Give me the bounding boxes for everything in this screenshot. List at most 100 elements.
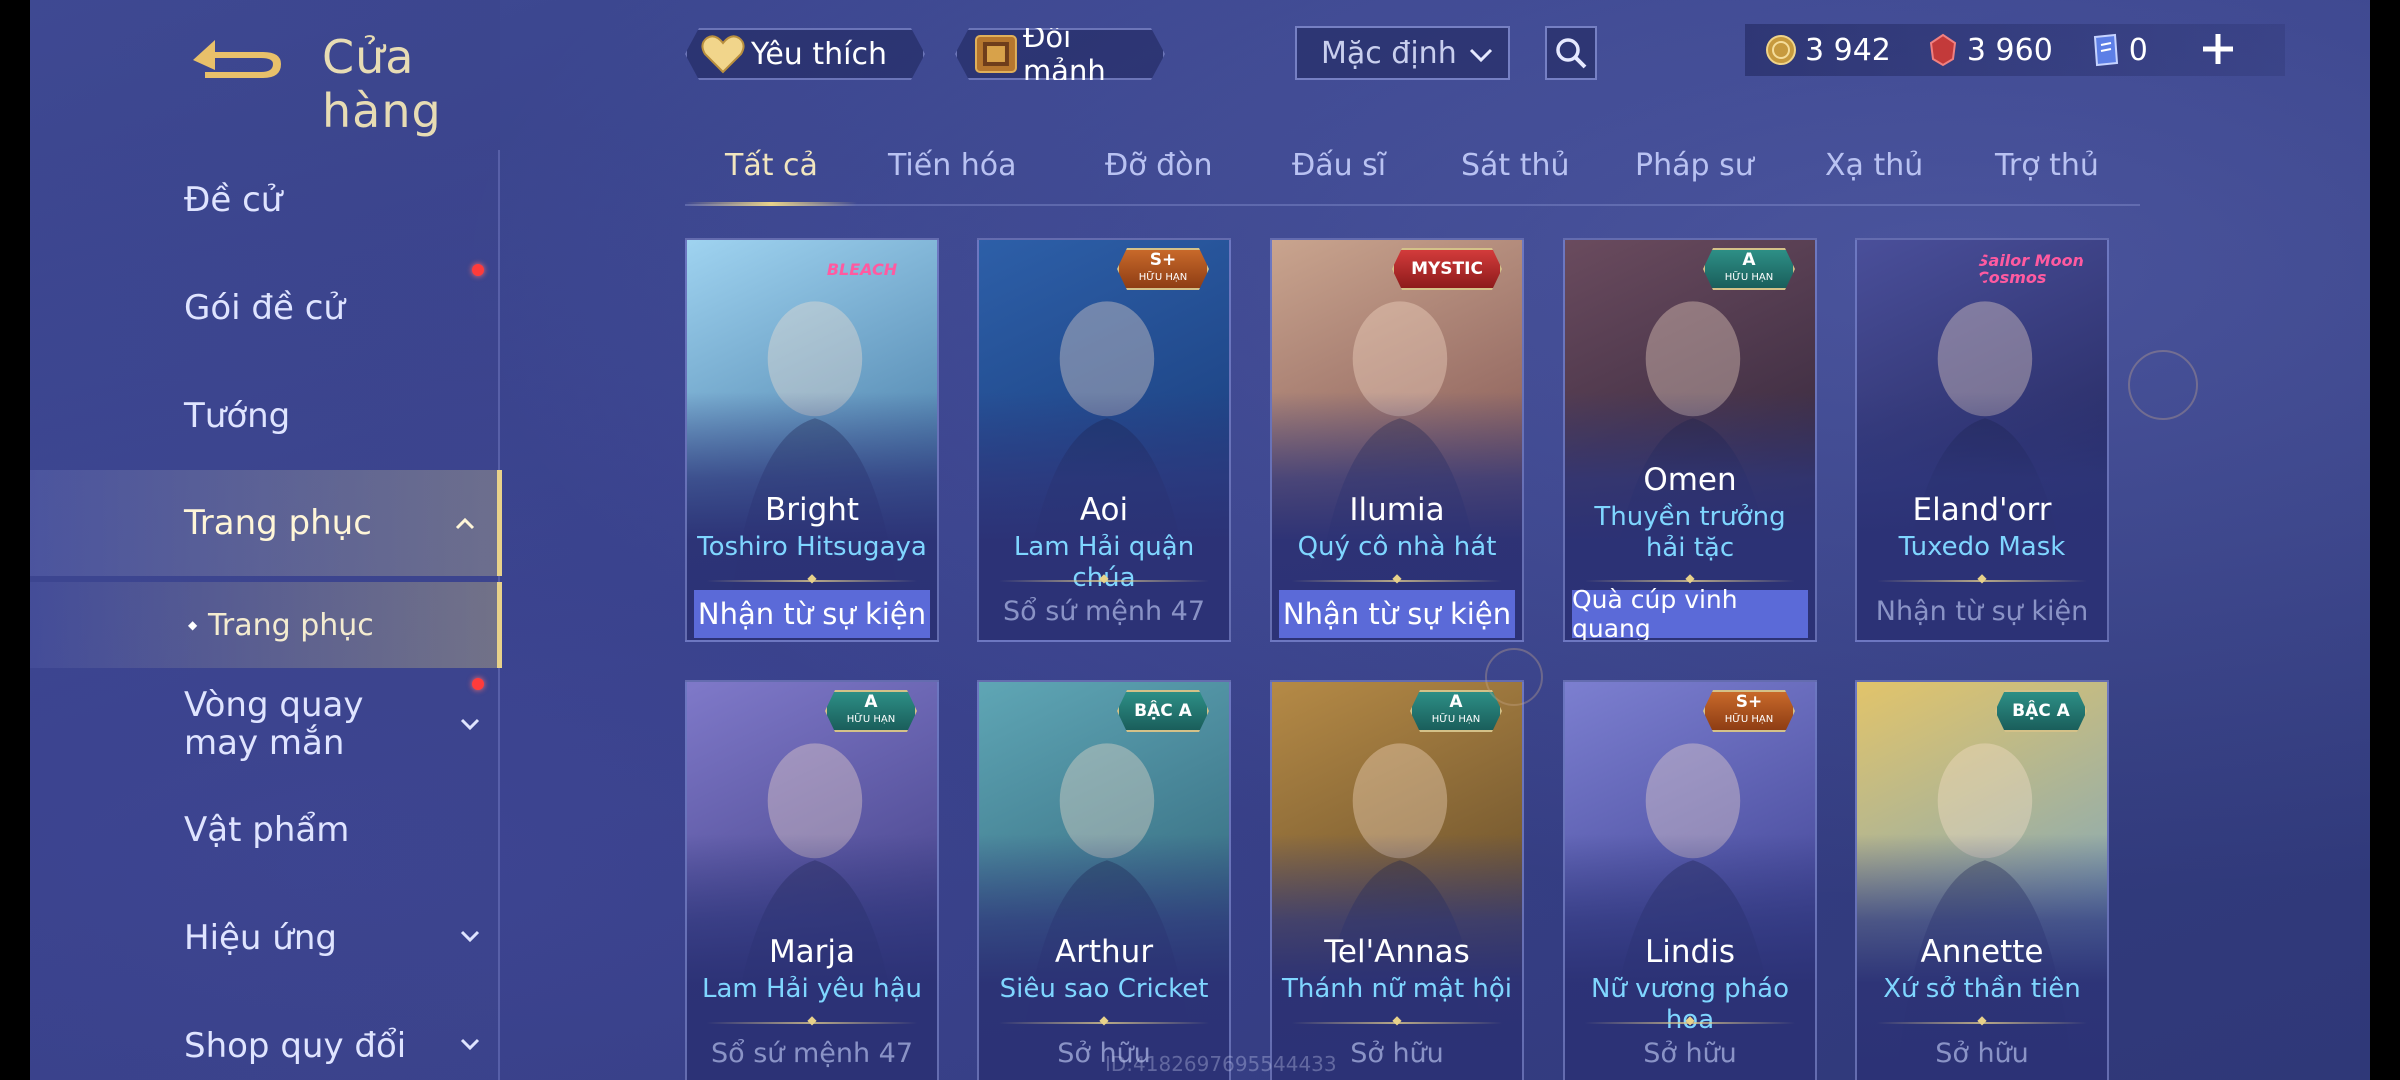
rarity-badge: A HỮU HẠN: [1703, 248, 1795, 290]
hero-name: Aoi: [1079, 492, 1129, 528]
tab-assassin[interactable]: Sát thủ: [1461, 148, 1570, 183]
card-divider: [1877, 1022, 2087, 1024]
exchange-label: Đổi mảnh: [1022, 20, 1106, 88]
hero-name: Eland'orr: [1912, 492, 2052, 528]
sidebar-item-label: Shop quy đổi: [184, 1026, 407, 1066]
acquire-status: Sở hữu: [1643, 1038, 1737, 1069]
sidebar-item-skins[interactable]: Trang phục: [30, 470, 502, 576]
ruby-gem-icon: [1929, 33, 1956, 67]
obtain-button[interactable]: Nhận từ sự kiện: [694, 590, 930, 638]
skin-card[interactable]: S+HỮU HẠNLindisNữ vương pháo hoaSở hữu: [1563, 680, 1817, 1080]
ruby-amount: 3 960: [1966, 32, 2053, 68]
tab-label: Đấu sĩ: [1292, 148, 1387, 183]
tab-fighter[interactable]: Đấu sĩ: [1292, 148, 1386, 183]
sidebar-item-label: Hiệu ứng: [184, 918, 337, 958]
back-arrow-icon[interactable]: [185, 30, 295, 90]
rarity-badge: MYSTIC: [1392, 248, 1502, 290]
badge-sublabel: HỮU HẠN: [1724, 272, 1774, 283]
badge-label: BẬC A: [1134, 700, 1192, 721]
tab-tank[interactable]: Đỡ đòn: [1105, 148, 1213, 183]
tab-all[interactable]: Tất cả: [725, 148, 818, 183]
hero-name: Annette: [1920, 934, 2044, 970]
tab-mage[interactable]: Pháp sư: [1635, 148, 1754, 183]
rarity-badge: BẬC A: [1117, 690, 1209, 732]
rarity-badge: S+ HỮU HẠN: [1117, 248, 1209, 290]
rarity-badge: Sailor Moon Cosmos: [1977, 248, 2087, 290]
sidebar-item-effects[interactable]: Hiệu ứng: [30, 890, 502, 986]
gold-coin-icon: [1766, 35, 1796, 65]
sidebar-item-recommended[interactable]: Đề cử: [30, 152, 502, 248]
tab-label: Tiến hóa: [888, 148, 1017, 183]
tab-label: Sát thủ: [1461, 148, 1570, 183]
card-divider: [707, 1022, 917, 1024]
badge-label: S+: [1735, 692, 1763, 712]
sidebar-subitem-label: Trang phục: [208, 607, 374, 643]
chevron-down-icon: [460, 718, 480, 731]
rarity-badge: BLEACH: [807, 248, 917, 290]
tab-label: Đỡ đòn: [1105, 148, 1213, 183]
tab-label: Tất cả: [725, 148, 818, 183]
sidebar: Cửa hàng Đề cử Gói đề cử Tướng Trang phụ…: [30, 0, 502, 1080]
obtain-button[interactable]: Quà cúp vinh quang: [1572, 585, 1808, 640]
card-divider: [999, 580, 1209, 582]
chevron-down-icon: [460, 930, 480, 943]
tab-marksman[interactable]: Xạ thủ: [1825, 148, 1923, 183]
sidebar-item-items[interactable]: Vật phẩm: [30, 782, 502, 878]
voucher-icon: [2093, 33, 2118, 67]
tab-label: Xạ thủ: [1825, 148, 1924, 183]
skin-card[interactable]: BLEACH Bright Toshiro Hitsugaya Nhận từ sự …: [685, 238, 939, 642]
skin-card[interactable]: A HỮU HẠN Omen Thuyền trưởng hải tặc Quà cúp…: [1563, 238, 1817, 642]
card-divider: [999, 1022, 1209, 1024]
hero-name: Ilumia: [1349, 492, 1445, 528]
skin-card[interactable]: BẬC AArthurSiêu sao CricketSở hữu: [977, 680, 1231, 1080]
notification-dot: [472, 264, 484, 276]
skin-card[interactable]: A HỮU HẠN Marja Lam Hải yêu hậu Sổ sứ mệnh 4…: [685, 680, 939, 1080]
active-tab-indicator: [685, 202, 857, 206]
badge-sublabel: HỮU HẠN: [1724, 714, 1774, 725]
hero-name: Lindis: [1645, 934, 1735, 970]
badge-sublabel: HỮU HẠN: [846, 714, 896, 725]
skin-card[interactable]: AHỮU HẠNTel'AnnasThánh nữ mật hộiSở hữu: [1270, 680, 1524, 1080]
favorites-button[interactable]: Yêu thích: [685, 28, 925, 80]
exchange-shards-button[interactable]: Đổi mảnh: [955, 28, 1165, 80]
obtain-button[interactable]: Nhận từ sự kiện: [1279, 590, 1515, 638]
sort-dropdown[interactable]: Mặc định: [1295, 26, 1510, 80]
skin-card[interactable]: MYSTIC Ilumia Quý cô nhà hát Nhận từ sự kiệ…: [1270, 238, 1524, 642]
tab-evolution[interactable]: Tiến hóa: [888, 148, 1017, 183]
hero-name: Omen: [1643, 462, 1737, 498]
skin-card[interactable]: S+HỮU HẠNAoiLam Hải quận chúaSổ sứ mệnh …: [977, 238, 1231, 642]
heart-icon: [701, 34, 745, 74]
skin-name: Toshiro Hitsugaya: [697, 532, 927, 562]
card-divider: [707, 580, 917, 582]
rarity-badge: A HỮU HẠN: [825, 690, 917, 732]
tab-support[interactable]: Trợ thủ: [1995, 148, 2099, 183]
skin-name: Quý cô nhà hát: [1297, 532, 1497, 562]
chevron-down-icon: [1469, 48, 1493, 63]
shard-chest-icon: [973, 32, 1019, 76]
sidebar-item-label: Vật phẩm: [184, 810, 350, 850]
hero-name: Bright: [764, 492, 860, 528]
sidebar-item-heroes[interactable]: Tướng: [30, 368, 502, 464]
skin-name: Lam Hải yêu hậu: [702, 974, 922, 1004]
skin-card[interactable]: BẬC A Annette Xứ sở thần tiên Sở hữu: [1855, 680, 2109, 1080]
search-button[interactable]: [1545, 26, 1597, 80]
sidebar-item-exchange-shop[interactable]: Shop quy đổi: [30, 998, 502, 1080]
skin-name: Tuxedo Mask: [1898, 532, 2066, 562]
sidebar-item-lucky-spin[interactable]: Vòng quay may mắn: [30, 678, 502, 770]
skin-name: Xứ sở thần tiên: [1883, 974, 2081, 1004]
card-divider: [1292, 580, 1502, 582]
add-currency-button[interactable]: [2195, 26, 2241, 72]
tab-label: Pháp sư: [1635, 148, 1754, 183]
sidebar-subitem-skins[interactable]: Trang phục: [30, 582, 502, 668]
sidebar-item-recommended-packs[interactable]: Gói đề cử: [30, 260, 502, 356]
user-id-watermark: ID:41826976955444​33: [1105, 1052, 1337, 1076]
hero-name: Tel'Annas: [1324, 934, 1470, 970]
rarity-badge: A HỮU HẠN: [1410, 690, 1502, 732]
shop-screen: Cửa hàng Đề cử Gói đề cử Tướng Trang phụ…: [30, 0, 2370, 1080]
badge-label: MYSTIC: [1411, 258, 1483, 279]
sidebar-item-label: Vòng quay may mắn: [184, 685, 364, 763]
card-divider: [1585, 580, 1795, 582]
badge-label: Sailor Moon Cosmos: [1977, 251, 2085, 287]
badge-label: A: [1449, 692, 1463, 712]
skin-card[interactable]: Sailor Moon Cosmos Eland'orr Tuxedo Mask Nh…: [1855, 238, 2109, 642]
